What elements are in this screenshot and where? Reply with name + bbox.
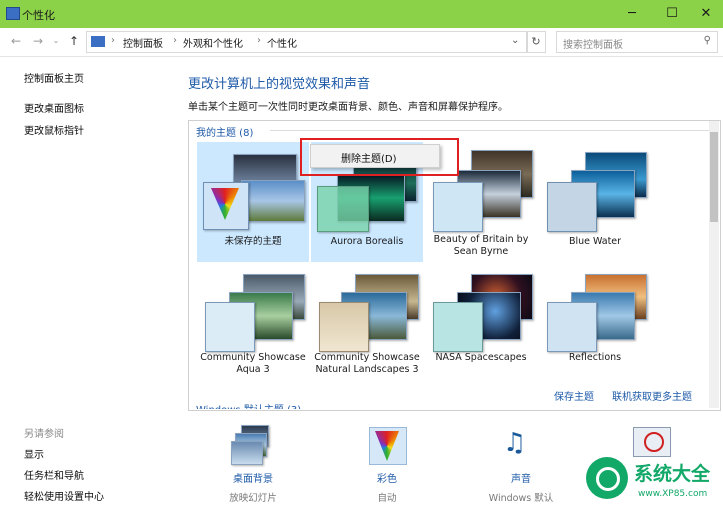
see-also-ease-of-access[interactable]: 轻松使用设置中心 <box>24 488 104 503</box>
close-button[interactable]: ✕ <box>686 0 723 28</box>
my-themes-heading: 我的主题 (8) <box>196 128 254 139</box>
see-also-display[interactable]: 显示 <box>24 446 44 461</box>
window-title: 个性化 <box>22 9 55 22</box>
breadcrumb-item[interactable]: 个性化 <box>267 35 297 50</box>
personalization-app-icon <box>6 7 20 20</box>
refresh-icon[interactable]: ↻ <box>526 31 546 53</box>
sounds-icon[interactable]: ♫ <box>503 425 539 465</box>
page-title: 更改计算机上的视觉效果和声音 <box>188 77 371 92</box>
theme-thumbnail <box>431 272 533 352</box>
search-icon: ⚲ <box>703 35 711 46</box>
sounds-value: Windows 默认 <box>488 493 554 504</box>
theme-label: Blue Water <box>568 236 622 247</box>
desktop-background-value: 放映幻灯片 <box>229 493 277 504</box>
theme-tile-nasa-spacescapes[interactable]: NASA Spacescapes <box>425 264 537 384</box>
sidebar-item-control-panel-home[interactable]: 控制面板主页 <box>24 70 84 85</box>
chevron-down-icon[interactable]: ⌄ <box>511 35 519 46</box>
sounds-link[interactable]: 声音 <box>481 470 561 485</box>
theme-tile-unsaved[interactable]: 未保存的主题 <box>197 142 309 262</box>
minimize-button[interactable]: ─ <box>612 0 652 28</box>
breadcrumb-item[interactable]: 控制面板 <box>123 35 163 50</box>
breadcrumb-separator-icon: › <box>173 35 177 46</box>
color-value: 自动 <box>377 493 397 504</box>
title-bar: 个性化 ─ ☐ ✕ <box>0 0 723 28</box>
color-link[interactable]: 彩色 <box>347 470 427 485</box>
see-also-heading: 另请参阅 <box>24 429 64 440</box>
save-theme-link[interactable]: 保存主题 <box>554 388 594 403</box>
theme-label: 未保存的主题 <box>224 236 282 247</box>
watermark-url: www.XP85.com <box>638 489 708 499</box>
theme-label: Community Showcase Aqua 3 <box>200 352 306 375</box>
breadcrumb-separator-icon: › <box>111 35 115 46</box>
desktop-background-link[interactable]: 桌面背景 <box>213 470 293 485</box>
breadcrumb-item[interactable]: 外观和个性化 <box>183 35 243 50</box>
theme-tile-blue-water[interactable]: Blue Water <box>539 142 651 262</box>
theme-thumbnail <box>317 272 419 352</box>
highlight-box <box>300 138 459 176</box>
color-icon[interactable] <box>369 427 407 467</box>
theme-label: NASA Spacescapes <box>435 352 527 363</box>
theme-thumbnail <box>203 272 305 352</box>
watermark-logo-icon <box>586 457 628 499</box>
theme-label: Reflections <box>568 352 622 363</box>
back-arrow-icon[interactable]: ← <box>8 33 24 49</box>
theme-tile-community-aqua-3[interactable]: Community Showcase Aqua 3 <box>197 264 309 384</box>
breadcrumb-separator-icon: › <box>257 35 261 46</box>
watermark-brand: 系统大全 <box>634 463 711 485</box>
theme-label: Aurora Borealis <box>330 236 404 247</box>
get-more-themes-online-link[interactable]: 联机获取更多主题 <box>612 388 692 403</box>
theme-tile-reflections[interactable]: Reflections <box>539 264 651 384</box>
theme-tile-community-natural-landscapes-3[interactable]: Community Showcase Natural Landscapes 3 <box>311 264 423 384</box>
see-also-taskbar[interactable]: 任务栏和导航 <box>24 467 84 482</box>
section-divider <box>270 130 710 131</box>
breadcrumb[interactable]: › 控制面板 › 外观和个性化 › 个性化 ⌄ <box>86 31 528 53</box>
desktop-background-icon[interactable] <box>231 425 269 465</box>
search-placeholder: 搜索控制面板 <box>563 40 623 51</box>
watermark: 系统大全 www.XP85.com <box>582 453 723 511</box>
theme-thumbnail <box>545 150 647 232</box>
recent-dropdown-icon[interactable]: ⌄ <box>48 33 64 49</box>
page-description: 单击某个主题可一次性同时更改桌面背景、颜色、声音和屏幕保护程序。 <box>188 102 508 113</box>
forward-arrow-icon[interactable]: → <box>30 33 46 49</box>
up-arrow-icon[interactable]: ↑ <box>66 33 82 49</box>
theme-label: Community Showcase Natural Landscapes 3 <box>314 352 420 375</box>
sidebar-item-desktop-icons[interactable]: 更改桌面图标 <box>24 100 84 115</box>
theme-label: Beauty of Britain by Sean Byrne <box>433 234 529 257</box>
theme-thumbnail <box>203 150 305 230</box>
theme-thumbnail <box>545 272 647 352</box>
search-input[interactable]: 搜索控制面板 ⚲ <box>556 31 718 53</box>
scrollbar-thumb[interactable] <box>710 132 718 222</box>
control-panel-icon <box>91 36 105 47</box>
sidebar-item-mouse-pointer[interactable]: 更改鼠标指针 <box>24 122 84 137</box>
default-themes-heading-partial: Windows 默认主题 (3) <box>196 403 316 409</box>
